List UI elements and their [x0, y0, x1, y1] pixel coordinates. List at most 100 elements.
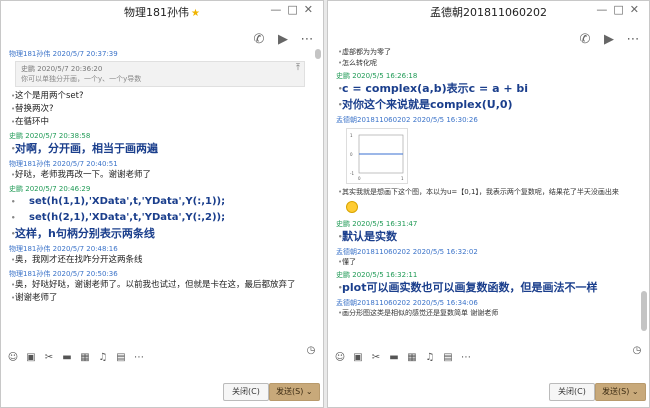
- gif-icon[interactable]: ▣: [352, 352, 364, 364]
- phone-icon[interactable]: ✆: [251, 32, 267, 48]
- message-text: • plot可以画实数也可以画复数函数，但是画法不一样: [336, 280, 649, 296]
- title-bar[interactable]: 物理181孙伟 ★ —□✕: [1, 1, 323, 23]
- bullet: •: [11, 145, 16, 153]
- grid-icon[interactable]: ▤: [115, 352, 127, 364]
- bullet: •: [11, 256, 16, 264]
- folder-icon[interactable]: ▬: [388, 352, 400, 364]
- close-button[interactable]: 关闭(C): [223, 383, 269, 401]
- more-icon[interactable]: ⋯: [299, 32, 315, 48]
- message-header: 史鹏 2020/5/5 16:32:11: [336, 270, 649, 280]
- maximize-icon[interactable]: □: [613, 3, 629, 16]
- grid-icon[interactable]: ▤: [442, 352, 454, 364]
- music-icon[interactable]: ♫: [424, 352, 436, 364]
- x-tick-label: 0: [358, 176, 361, 181]
- phone-icon[interactable]: ✆: [577, 32, 593, 48]
- message-line: c = complex(a,b)表示c = a + bi: [342, 82, 529, 95]
- sender-name[interactable]: 史鹏: [336, 220, 350, 228]
- close-icon[interactable]: ✕: [304, 3, 319, 16]
- bullet: •: [11, 118, 16, 126]
- history-clock-icon[interactable]: ◷: [305, 345, 317, 357]
- more-icon[interactable]: ⋯: [460, 352, 472, 364]
- image-thumbnail[interactable]: 1 0 -1 0 1: [346, 128, 408, 184]
- message-line: 替换两次?: [15, 104, 54, 114]
- quote-header: 史鹏 2020/5/7 20:36:20: [21, 64, 299, 74]
- emoji-icon[interactable]: ☺: [334, 352, 346, 364]
- quote-time: 2020/5/7 20:36:20: [37, 65, 103, 73]
- message-text: • 怎么转化呢: [336, 58, 649, 69]
- message-text: • 画分形图这类是相似的感觉还是复数简单 谢谢老师: [336, 308, 649, 319]
- scissors-icon[interactable]: ✂: [43, 352, 55, 364]
- sender-name[interactable]: 史鹏: [9, 185, 23, 193]
- maximize-icon[interactable]: □: [287, 3, 303, 16]
- message-text: • 虚部都为为零了: [336, 47, 649, 58]
- sender-name[interactable]: 物理181孙伟: [9, 50, 50, 58]
- close-button[interactable]: 关闭(C): [549, 383, 595, 401]
- sender-name[interactable]: 史鹏: [336, 271, 350, 279]
- message-header: 史鹏 2020/5/7 20:46:29: [9, 184, 323, 194]
- sender-name[interactable]: 物理181孙伟: [9, 270, 50, 278]
- plot-image: 1 0 -1 0 1: [350, 133, 404, 181]
- chevron-down-icon[interactable]: ⌄: [306, 387, 313, 396]
- send-button[interactable]: 发送(S) ⌄: [595, 383, 646, 401]
- video-icon[interactable]: ▶: [601, 32, 617, 48]
- image-icon[interactable]: ▦: [406, 352, 418, 364]
- folder-icon[interactable]: ▬: [61, 352, 73, 364]
- message-line: plot可以画实数也可以画复数函数，但是画法不一样: [342, 281, 598, 294]
- timestamp: 2020/5/7 20:48:16: [52, 245, 118, 253]
- quote-text: 你可以单独分开画，一个y、一个y导数: [21, 75, 142, 83]
- timestamp: 2020/5/7 20:40:51: [52, 160, 118, 168]
- x-tick-label: 1: [401, 176, 404, 181]
- sender-name[interactable]: 物理181孙伟: [9, 160, 50, 168]
- message-text: • 懂了: [336, 257, 649, 268]
- minimize-icon[interactable]: —: [596, 3, 613, 16]
- sender-name[interactable]: 史鹏: [336, 72, 350, 80]
- sender-name[interactable]: 史鹏: [9, 132, 23, 140]
- sender-name[interactable]: 孟德朝201811060202: [336, 299, 410, 307]
- message-line: 在循环中: [15, 117, 50, 127]
- minimize-icon[interactable]: —: [270, 3, 287, 16]
- image-icon[interactable]: ▦: [79, 352, 91, 364]
- scissors-icon[interactable]: ✂: [370, 352, 382, 364]
- scrollbar[interactable]: [641, 291, 647, 331]
- message: • 虚部都为为零了 • 怎么转化呢: [328, 47, 649, 69]
- message-list[interactable]: 物理181孙伟 2020/5/7 20:37:39 史鹏 2020/5/7 20:…: [1, 47, 323, 343]
- jump-to-icon[interactable]: ⤒: [296, 63, 300, 73]
- more-icon[interactable]: ⋯: [625, 32, 641, 48]
- message-text: • set(h(1,1),'XData',t,'YData',Y(:,1));: [9, 194, 323, 210]
- message-text: • 其实我就是想画下这个图，本以为u=【0,1】，我表示两个复数呢，结果花了半天没…: [336, 187, 649, 198]
- message-text: • 替换两次?: [9, 103, 323, 116]
- video-icon[interactable]: ▶: [275, 32, 291, 48]
- music-icon[interactable]: ♫: [97, 352, 109, 364]
- message-list[interactable]: • 虚部都为为零了 • 怎么转化呢 史鹏 2020/5/5 16:26:18 • c = c…: [328, 47, 649, 343]
- gif-icon[interactable]: ▣: [25, 352, 37, 364]
- y-tick-label: -1: [350, 171, 354, 176]
- bullet: •: [338, 85, 343, 93]
- message: 史鹏 2020/5/7 20:38:58 • 对啊，分开画，相当于画两遍: [1, 131, 323, 157]
- chevron-down-icon[interactable]: ⌄: [632, 387, 639, 396]
- history-clock-icon[interactable]: ◷: [631, 345, 643, 357]
- message-header: 物理181孙伟 2020/5/7 20:40:51: [9, 159, 323, 169]
- quoted-message[interactable]: 史鹏 2020/5/7 20:36:20 你可以单独分开画，一个y、一个y导数 ⤒: [15, 61, 305, 87]
- timestamp: 2020/5/5 16:26:18: [352, 72, 418, 80]
- message-line: 画分形图这类是相似的感觉还是复数简单 谢谢老师: [342, 309, 499, 317]
- bullet: •: [338, 48, 343, 56]
- message: 孟德朝201811060202 2020/5/5 16:32:02 • 懂了: [328, 247, 649, 268]
- scrollbar[interactable]: [315, 49, 321, 59]
- sender-name[interactable]: 孟德朝201811060202: [336, 116, 410, 124]
- message-header: 物理181孙伟 2020/5/7 20:37:39: [9, 49, 323, 59]
- message-text: • set(h(2,1),'XData',t,'YData',Y(:,2));: [9, 210, 323, 226]
- message-line: 虚部都为为零了: [342, 48, 391, 56]
- input-toolbar: ☺ ▣ ✂ ▬ ▦ ♫ ▤ ⋯ ◷: [328, 345, 649, 363]
- chat-window-left: 物理181孙伟 ★ —□✕ ✆ ▶ ⋯ 物理181孙伟 2020/5/7 20:37:…: [0, 0, 324, 408]
- sender-name[interactable]: 物理181孙伟: [9, 245, 50, 253]
- close-icon[interactable]: ✕: [630, 3, 645, 16]
- message-line: 对啊，分开画，相当于画两遍: [15, 142, 158, 155]
- timestamp: 2020/5/7 20:46:29: [25, 185, 91, 193]
- send-button[interactable]: 发送(S) ⌄: [269, 383, 320, 401]
- title-bar[interactable]: 孟德朝201811060202 —□✕: [328, 1, 649, 23]
- sender-name[interactable]: 孟德朝201811060202: [336, 248, 410, 256]
- message-line: 默认是实数: [342, 230, 397, 243]
- timestamp: 2020/5/5 16:30:26: [412, 116, 478, 124]
- more-icon[interactable]: ⋯: [133, 352, 145, 364]
- emoji-icon[interactable]: ☺: [7, 352, 19, 364]
